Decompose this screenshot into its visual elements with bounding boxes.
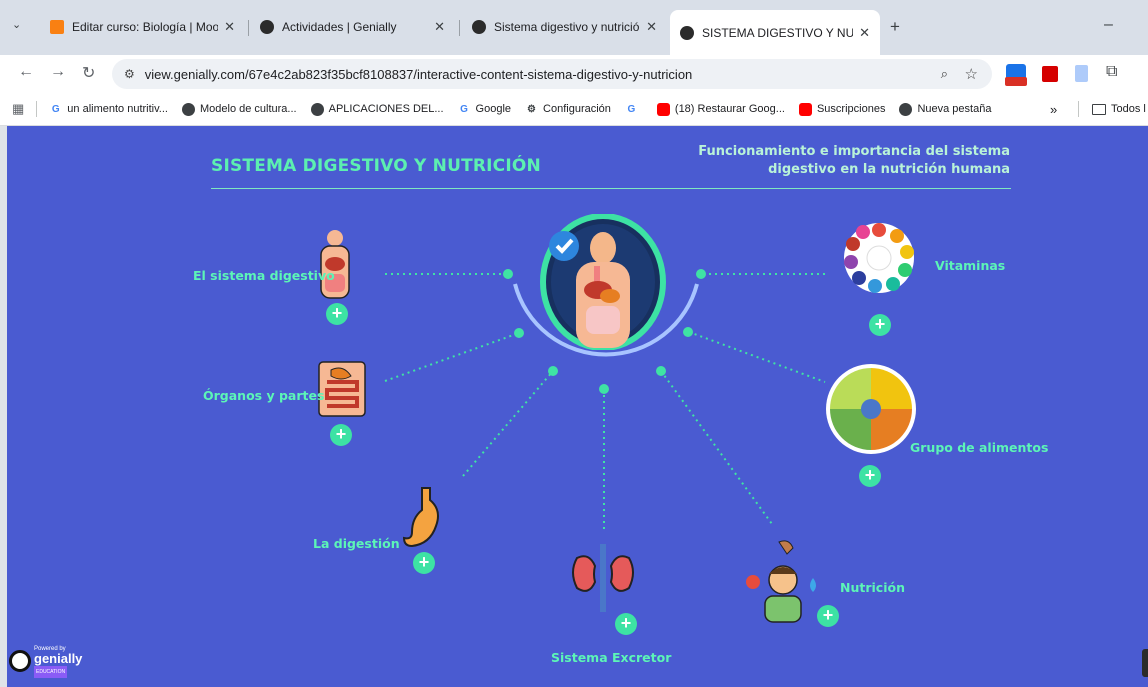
bookmark-aplicaciones[interactable]: APLICACIONES DEL...: [310, 102, 444, 116]
bookmark-restaurar[interactable]: (18) Restaurar Goog...: [656, 102, 785, 116]
tab-divider: [459, 20, 460, 36]
logo-name: genially: [34, 651, 83, 666]
presentation-canvas: SISTEMA DIGESTIVO Y NUTRICIÓN Funcionami…: [7, 126, 1148, 687]
globe-icon: [899, 102, 913, 116]
plus-button-vitaminas[interactable]: +: [869, 314, 891, 336]
tab-title: Editar curso: Biología | Moodle: [72, 20, 219, 34]
bookmark-google[interactable]: G Google: [458, 103, 511, 116]
zoom-icon[interactable]: ⌕: [941, 66, 948, 82]
site-settings-icon[interactable]: ⚙: [124, 67, 135, 81]
close-icon[interactable]: ✕: [434, 19, 445, 35]
folder-icon: [1092, 103, 1106, 115]
tab-title: SISTEMA DIGESTIVO Y NUTRICI: [702, 25, 854, 40]
back-icon[interactable]: ←: [18, 63, 34, 81]
bookmark-configuracion[interactable]: ⚙ Configuración: [525, 103, 611, 116]
tab-actividades[interactable]: Actividades | Genially ✕: [250, 8, 455, 46]
plus-button-sistema-digestivo[interactable]: +: [326, 303, 348, 325]
tab-sistema-digestivo[interactable]: Sistema digestivo y nutrición | C ✕: [462, 8, 667, 46]
google-icon: G: [627, 103, 636, 115]
bookmark-label: Suscripciones: [816, 103, 886, 115]
gear-icon: ⚙: [527, 103, 537, 115]
plus-button-digestion[interactable]: +: [413, 552, 435, 574]
topic-label-excretor[interactable]: Sistema Excretor: [551, 650, 671, 665]
bookmark-google-2[interactable]: G: [625, 103, 643, 116]
new-tab-button[interactable]: +: [890, 17, 900, 37]
nutrition-person-icon: [745, 538, 821, 624]
bookmark-alimento[interactable]: Gun alimento nutritiv...: [49, 103, 168, 116]
close-icon[interactable]: ✕: [859, 25, 870, 41]
bookmark-label: Todos l: [1111, 103, 1146, 115]
google-icon: G: [460, 103, 468, 115]
logo-tag: EDUCATION: [34, 666, 68, 678]
google-icon: G: [51, 103, 60, 115]
extensions-puzzle-icon[interactable]: ⧉: [1106, 63, 1117, 81]
bookmark-label: Configuración: [543, 103, 611, 115]
apps-grid-icon[interactable]: ▦: [12, 101, 24, 117]
globe-icon: [181, 102, 195, 116]
youtube-icon: [656, 102, 670, 116]
bookmark-suscripciones[interactable]: Suscripciones: [798, 102, 886, 116]
tab-active-sistema[interactable]: SISTEMA DIGESTIVO Y NUTRICI ✕: [670, 10, 880, 55]
vitamins-wheel-icon: [843, 222, 915, 294]
food-plate-icon: [824, 362, 918, 456]
central-body-illustration: [540, 213, 666, 351]
address-bar[interactable]: ⚙ view.genially.com/67e4c2ab823f35bcf810…: [112, 59, 992, 89]
close-icon[interactable]: ✕: [224, 19, 235, 35]
bookmark-label: Nueva pestaña: [917, 103, 992, 115]
tab-moodle[interactable]: Editar curso: Biología | Moodle ✕: [40, 8, 245, 46]
tab-title: Sistema digestivo y nutrición | C: [494, 20, 640, 34]
genially-logo[interactable]: Powered by genially EDUCATION: [9, 644, 82, 678]
bookmarks-bar: ▦ Gun alimento nutritiv... Modelo de cul…: [0, 93, 1148, 126]
all-bookmarks-folder[interactable]: Todos l: [1092, 103, 1146, 115]
reload-icon[interactable]: ↻: [82, 63, 95, 83]
youtube-icon: [798, 102, 812, 116]
forward-icon[interactable]: →: [50, 63, 66, 81]
bookmark-label: Modelo de cultura...: [199, 103, 297, 115]
topic-label-organos[interactable]: Órganos y partes: [203, 388, 324, 403]
tab-title: Actividades | Genially: [282, 20, 397, 34]
topic-label-digestion[interactable]: La digestión: [313, 536, 400, 551]
extension-red-icon[interactable]: [1042, 66, 1058, 82]
moodle-icon: [50, 20, 64, 34]
topic-label-nutricion[interactable]: Nutrición: [840, 580, 905, 595]
bookmark-label: Google: [475, 103, 512, 115]
globe-icon: [310, 102, 324, 116]
topic-label-sistema-digestivo[interactable]: El sistema digestivo: [193, 268, 335, 283]
plus-button-nutricion[interactable]: +: [817, 605, 839, 627]
kidneys-icon: [567, 544, 639, 612]
extension-doc-icon[interactable]: [1075, 65, 1088, 82]
browser-toolbar: ← → ↻ ⚙ view.genially.com/67e4c2ab823f35…: [0, 55, 1148, 93]
minimize-button[interactable]: –: [1104, 16, 1113, 34]
plus-button-excretor[interactable]: +: [615, 613, 637, 635]
bookmark-label: un alimento nutritiv...: [67, 103, 168, 115]
close-icon[interactable]: ✕: [646, 19, 657, 35]
digestive-system-icon: [315, 230, 355, 300]
genially-icon: [472, 20, 486, 34]
plus-button-organos[interactable]: +: [330, 424, 352, 446]
topic-label-alimentos[interactable]: Grupo de alimentos: [910, 440, 1048, 455]
bookmark-modelo[interactable]: Modelo de cultura...: [181, 102, 297, 116]
tab-search-button[interactable]: ⌄: [12, 18, 21, 31]
browser-tab-strip: ⌄ Editar curso: Biología | Moodle ✕ Acti…: [0, 0, 1148, 55]
plus-button-alimentos[interactable]: +: [859, 465, 881, 487]
bookmark-label: (18) Restaurar Goog...: [674, 103, 785, 115]
bookmark-star-icon[interactable]: ☆: [965, 65, 978, 83]
genially-logo-icon: [9, 650, 31, 672]
tab-divider: [248, 20, 249, 36]
genially-icon: [260, 20, 274, 34]
stomach-icon: [402, 486, 446, 550]
bookmark-label: APLICACIONES DEL...: [328, 103, 444, 115]
topic-label-vitaminas[interactable]: Vitaminas: [935, 258, 1005, 273]
bookmark-nueva-pestana[interactable]: Nueva pestaña: [899, 102, 992, 116]
url-text: view.genially.com/67e4c2ab823f35bcf81088…: [144, 66, 693, 82]
intestines-icon: [317, 360, 367, 418]
genially-icon: [680, 25, 694, 40]
extension-new-icon[interactable]: [1005, 64, 1027, 86]
side-handle[interactable]: [1142, 649, 1148, 677]
more-bookmarks-button[interactable]: »: [1050, 102, 1057, 117]
